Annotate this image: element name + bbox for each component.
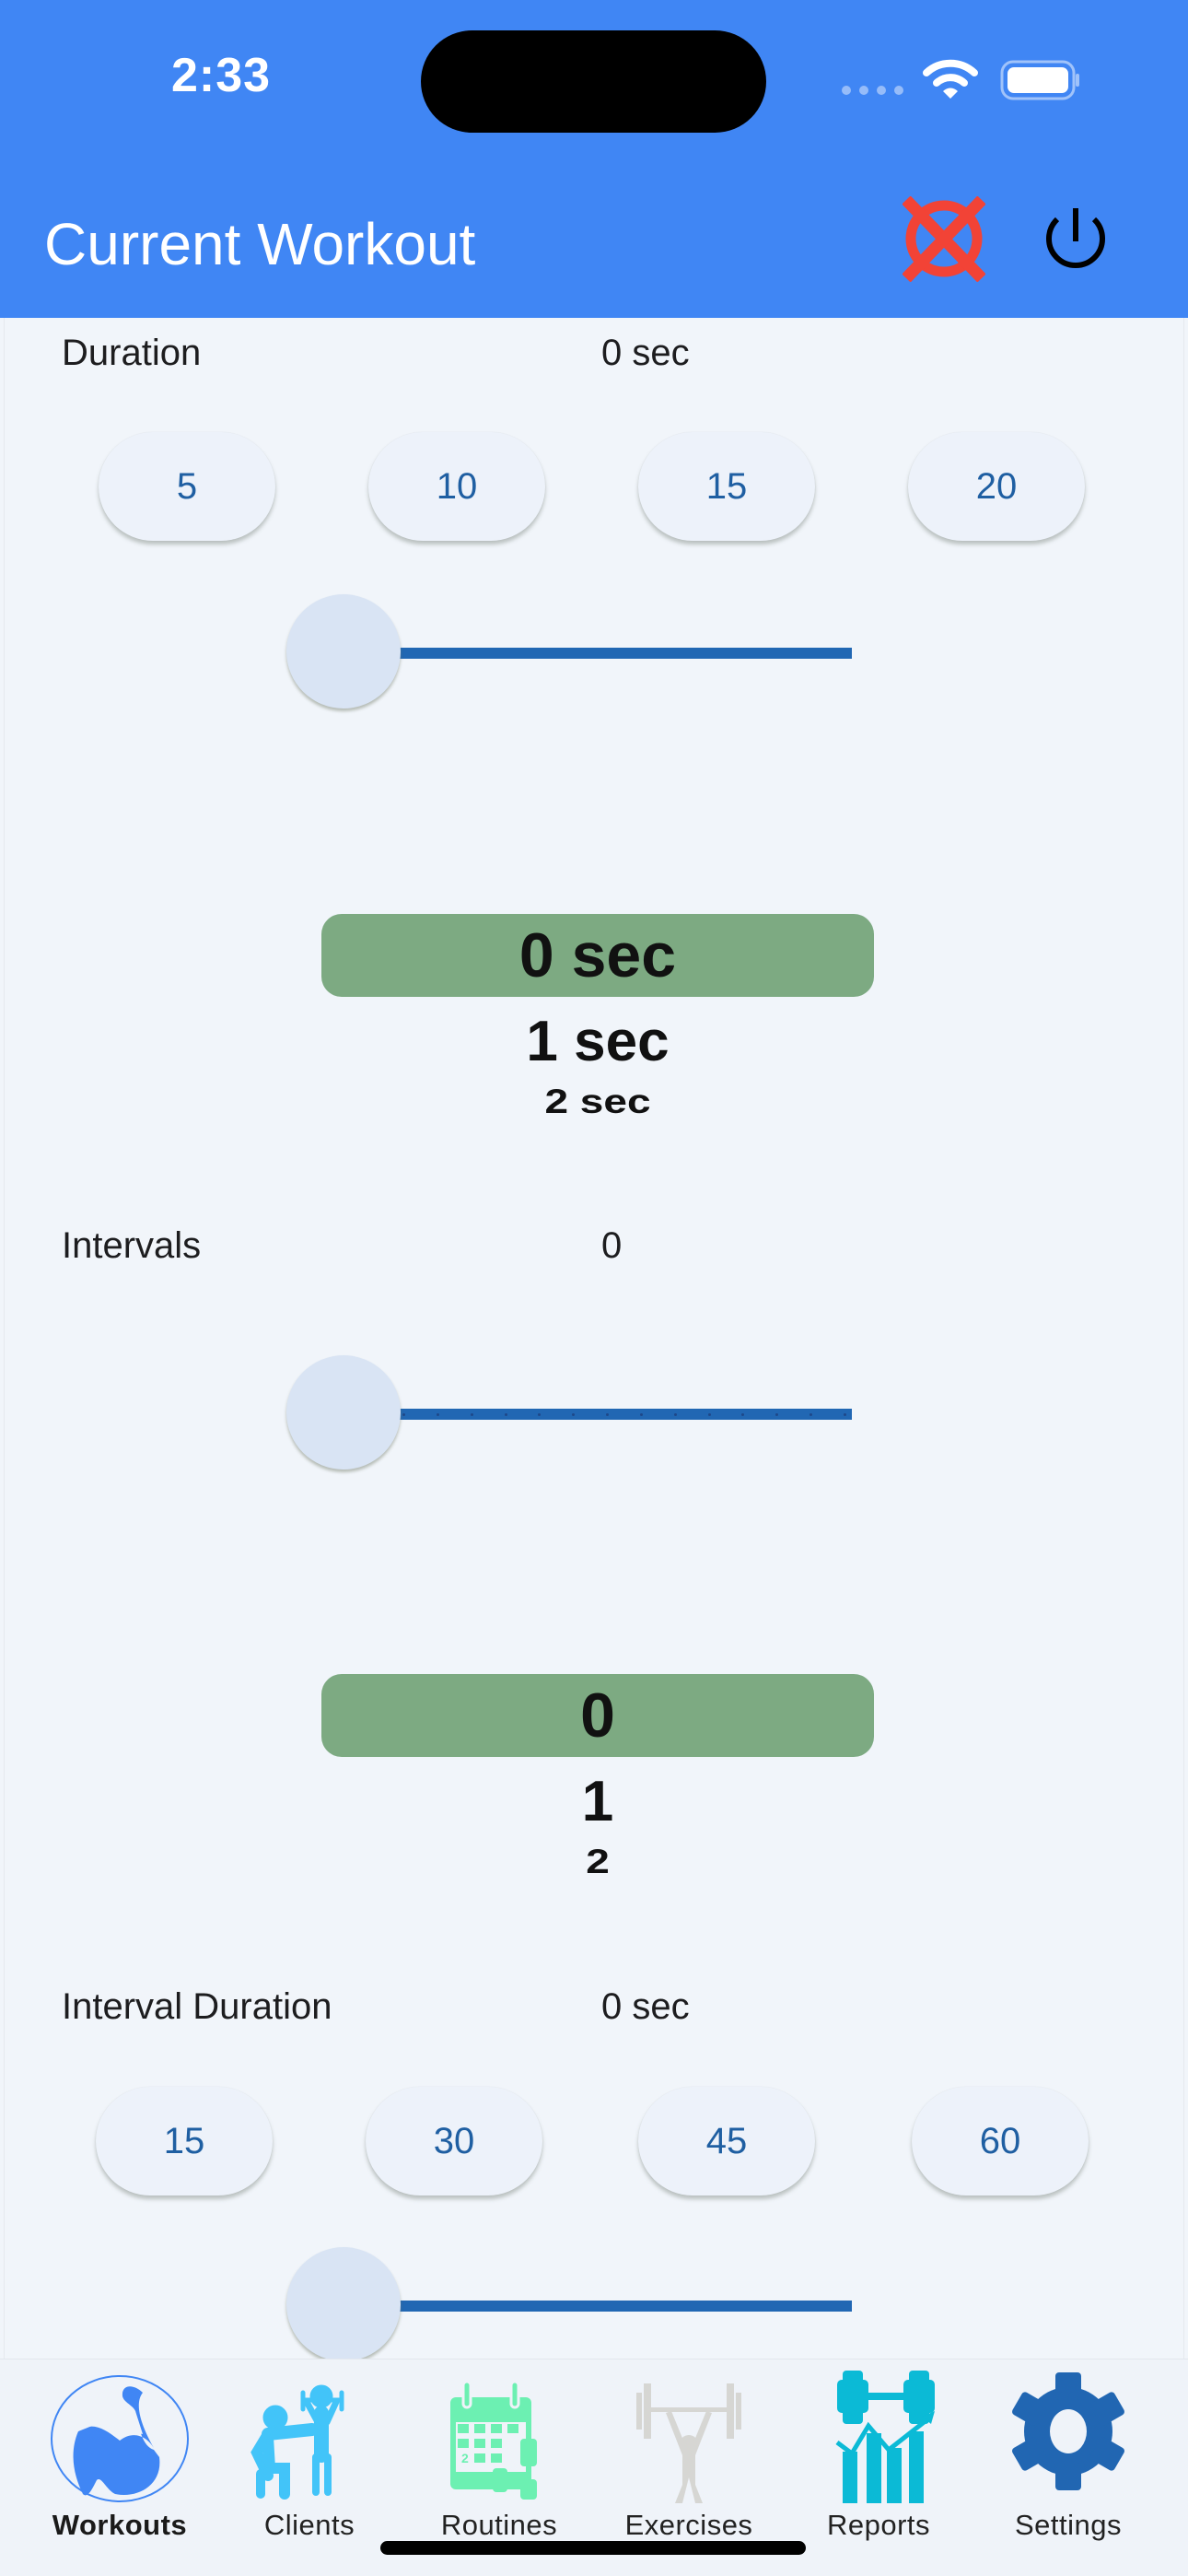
duration-slider[interactable]	[286, 594, 854, 714]
interval-duration-label: Interval Duration	[62, 1986, 332, 2027]
dynamic-island	[421, 30, 766, 133]
intervals-value: 0	[601, 1225, 623, 1266]
interval-duration-preset-button[interactable]: 45	[638, 2087, 815, 2195]
tab-clients[interactable]: Clients	[213, 2359, 406, 2544]
tab-routines[interactable]: 2 Routines	[402, 2359, 596, 2544]
duration-preset-button[interactable]: 15	[638, 432, 815, 541]
workout-settings-panel: Duration 0 sec 5 10 15 20 0 sec 1 sec 2 …	[4, 318, 1184, 2361]
flexed-bicep-icon	[51, 2365, 189, 2503]
slider-ticks	[397, 1409, 852, 1420]
svg-text:2: 2	[461, 2451, 469, 2465]
tab-label: Clients	[263, 2509, 355, 2541]
power-icon[interactable]	[1042, 205, 1109, 275]
interval-duration-value: 0 sec	[601, 1986, 690, 2027]
intervals-picker[interactable]: 0 1 2	[321, 1674, 874, 1888]
status-time: 2:33	[171, 49, 272, 102]
tab-workouts[interactable]: Workouts	[23, 2359, 216, 2544]
tab-label: Reports	[826, 2509, 931, 2541]
picker-option[interactable]: 2	[321, 1842, 874, 1882]
tab-label: Exercises	[624, 2509, 753, 2541]
duration-preset-button[interactable]: 20	[908, 432, 1085, 541]
tab-label: Settings	[1014, 2509, 1122, 2541]
interval-duration-preset-button[interactable]: 60	[912, 2087, 1089, 2195]
slider-thumb[interactable]	[286, 1355, 401, 1469]
intervals-slider[interactable]	[286, 1355, 854, 1475]
tab-settings[interactable]: Settings	[972, 2359, 1165, 2544]
intervals-label: Intervals	[62, 1225, 202, 1266]
app-header: 2:33 Current Workout	[0, 0, 1188, 318]
picker-selected-value[interactable]: 0	[321, 1674, 874, 1757]
dumbbell-chart-icon	[809, 2365, 948, 2503]
tab-exercises[interactable]: Exercises	[592, 2359, 786, 2544]
slider-track[interactable]	[397, 2301, 852, 2312]
battery-icon	[1000, 60, 1079, 100]
trainer-client-icon	[240, 2365, 379, 2503]
page-title: Current Workout	[44, 211, 476, 277]
duration-label: Duration	[62, 333, 202, 373]
wifi-icon	[923, 59, 978, 99]
home-indicator[interactable]	[380, 2541, 806, 2555]
slider-thumb[interactable]	[286, 594, 401, 708]
calendar-dumbbell-icon: 2	[430, 2365, 568, 2503]
tab-reports[interactable]: Reports	[782, 2359, 975, 2544]
gear-icon	[999, 2365, 1137, 2503]
picker-option[interactable]: 1 sec	[321, 1008, 874, 1076]
cellular-signal-icon	[842, 86, 903, 95]
duration-picker[interactable]: 0 sec 1 sec 2 sec	[321, 914, 874, 1128]
duration-preset-button[interactable]: 10	[368, 432, 545, 541]
picker-selected-value[interactable]: 0 sec	[321, 914, 874, 997]
tab-label: Workouts	[52, 2509, 188, 2541]
slider-thumb[interactable]	[286, 2247, 401, 2361]
tab-label: Routines	[440, 2509, 558, 2541]
interval-duration-slider[interactable]	[286, 2247, 854, 2367]
interval-duration-preset-button[interactable]: 15	[96, 2087, 273, 2195]
picker-option[interactable]: 1	[321, 1768, 874, 1836]
duration-value: 0 sec	[601, 333, 690, 373]
slider-track[interactable]	[397, 648, 852, 659]
clear-workout-button[interactable]	[903, 196, 985, 282]
picker-option[interactable]: 2 sec	[321, 1082, 874, 1122]
duration-preset-button[interactable]: 5	[99, 432, 275, 541]
interval-duration-preset-button[interactable]: 30	[366, 2087, 542, 2195]
weightlifter-icon	[620, 2365, 758, 2503]
